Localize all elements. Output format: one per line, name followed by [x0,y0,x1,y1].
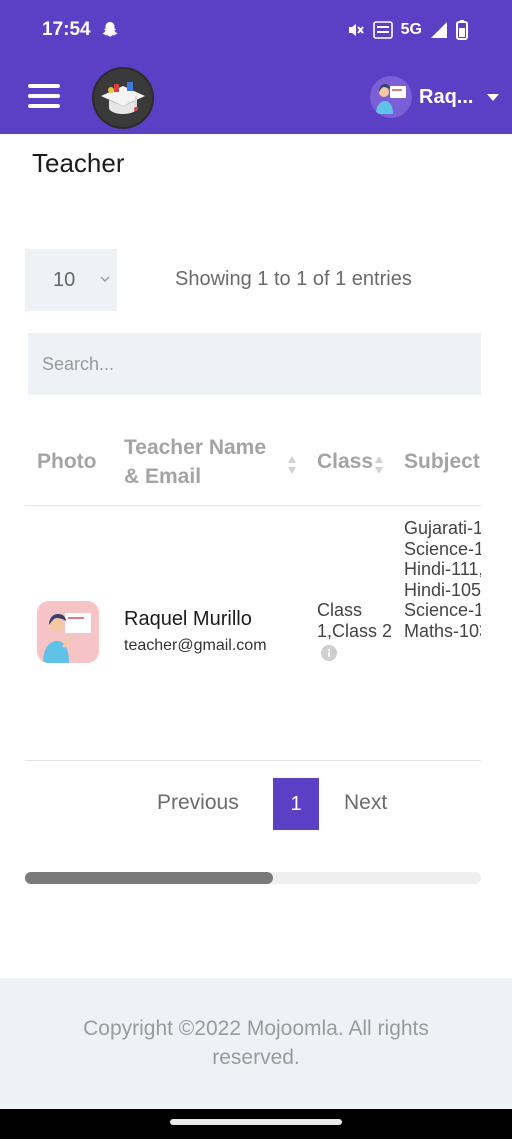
user-menu[interactable]: Raq... [370,76,500,118]
class-cell: Class 1,Class 2 [317,600,397,663]
class-text: Class 1,Class 2 [317,600,393,641]
network-type: 5G [400,21,422,38]
volte-icon [372,21,393,39]
subject-item-last: Maths-103 [404,621,481,642]
divider [25,760,481,761]
status-bar: 17:54 5G [0,0,512,60]
previous-page-button[interactable]: Previous [157,791,239,815]
page-1-button[interactable]: 1 [273,778,319,830]
home-gesture-handle[interactable] [170,1119,342,1125]
sort-icon[interactable] [287,454,297,476]
user-name: Raq... [419,85,474,108]
column-header-subject[interactable]: Subject [404,447,480,476]
signal-icon [431,22,447,38]
subject-item: Hindi-111, [404,559,481,579]
school-logo[interactable] [91,66,155,130]
column-header-name-email[interactable]: Teacher Name & Email [124,433,286,491]
divider [25,505,481,506]
teacher-name: Raquel Murillo [124,608,252,630]
status-time: 17:54 [42,19,91,40]
subject-item: Maths-103 [404,620,481,641]
column-header-photo[interactable]: Photo [37,447,96,476]
column-header-class[interactable]: Class [317,447,373,476]
subject-item: Gujarati-113, [404,518,481,538]
page-length-select[interactable]: 10 [25,249,117,311]
teacher-table: Photo Teacher Name & Email Class Subject… [25,418,481,762]
next-page-button[interactable]: Next [344,791,387,815]
menu-icon[interactable] [28,84,60,110]
subject-cell: Gujarati-113, Science-112, Hindi-111, Hi… [404,518,481,641]
snapchat-icon [102,22,118,37]
system-nav-bar [0,1109,512,1139]
pagination: Previous 1 Next [0,778,512,830]
subject-item: Science-112, [404,538,481,559]
search-input[interactable] [28,333,481,395]
battery-icon [456,20,468,40]
horizontal-scrollbar[interactable] [25,872,481,884]
sort-icon[interactable] [374,454,384,476]
page-title: Teacher [32,148,125,178]
footer: Copyright ©2022 Mojoomla. All rights res… [0,978,512,1109]
subject-item: Hindi-105, [404,579,481,600]
user-avatar [370,76,412,118]
copyright-text: Copyright ©2022 Mojoomla. All rights res… [83,1017,429,1069]
status-icons: 5G [347,20,468,40]
chevron-down-icon [100,276,110,282]
mute-icon [348,24,364,36]
page-length-value: 10 [53,269,76,291]
scrollbar-thumb[interactable] [25,872,273,884]
chevron-down-icon [487,93,500,101]
teacher-email: teacher@gmail.com [124,637,267,654]
subject-item: Science-104, [404,600,481,620]
info-icon[interactable] [321,645,337,662]
entries-info: Showing 1 to 1 of 1 entries [175,268,412,290]
teacher-photo [37,601,99,663]
app-bar: Raq... [0,60,512,134]
